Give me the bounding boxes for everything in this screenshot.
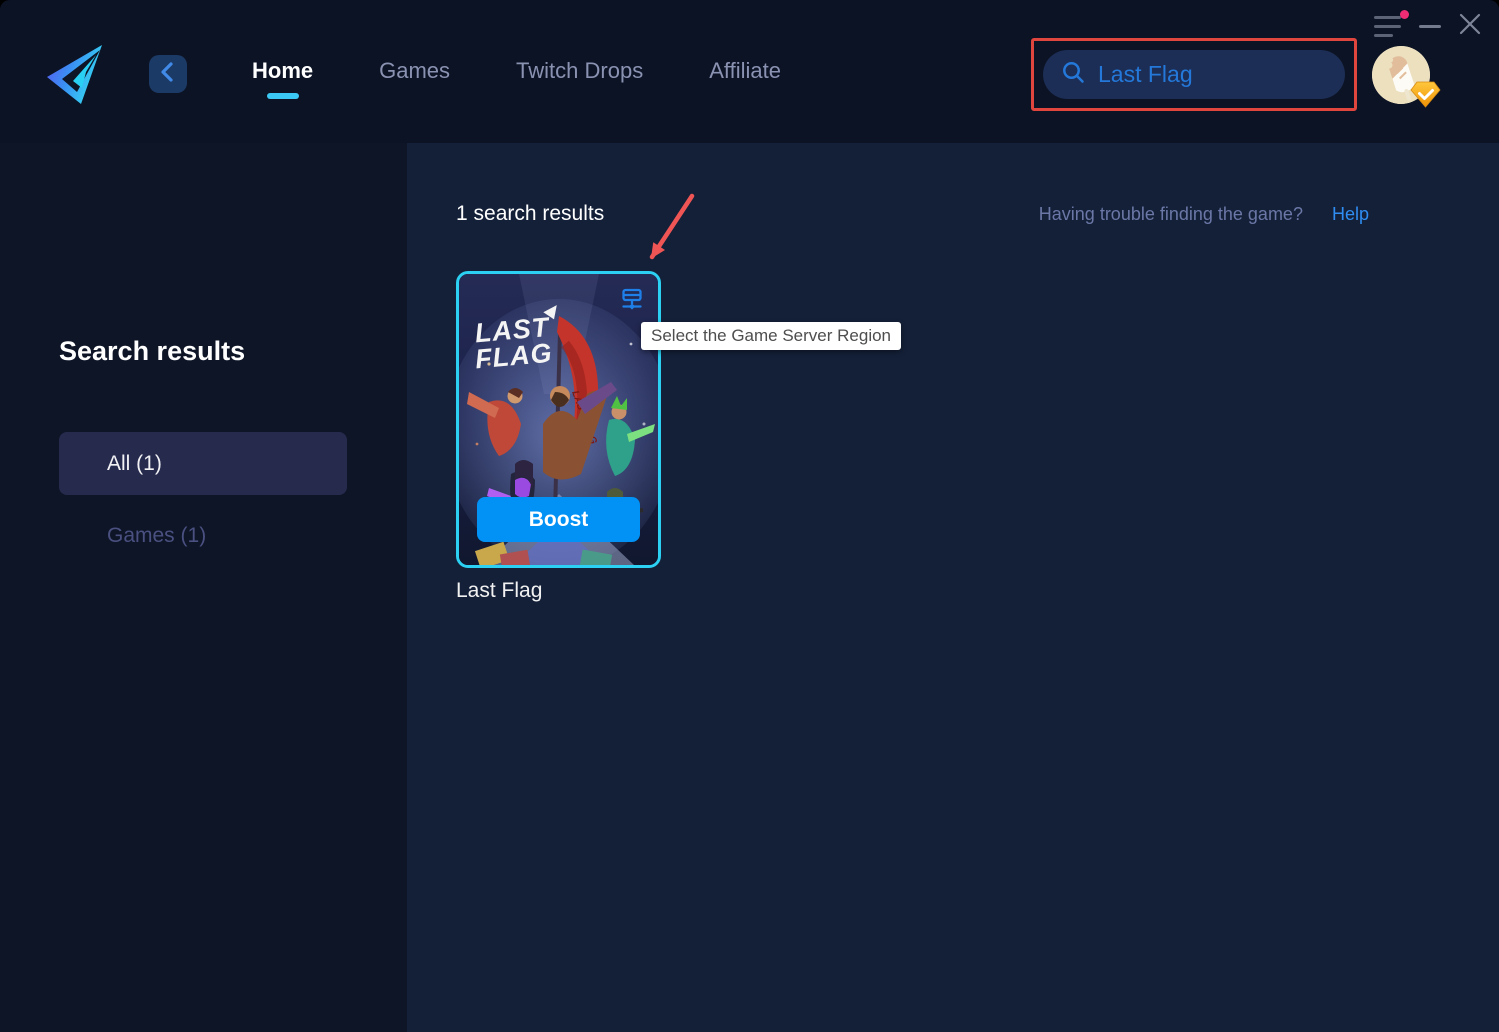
back-button[interactable]: [149, 55, 187, 93]
help-link[interactable]: Help: [1332, 204, 1369, 225]
search-value: Last Flag: [1098, 61, 1193, 87]
header-bar: Home Games Twitch Drops Affiliate Last F…: [0, 0, 1499, 143]
help-text: Having trouble finding the game?: [1038, 203, 1303, 224]
tab-games-label: Games: [379, 58, 451, 83]
results-count: 1 search results: [456, 202, 605, 225]
active-tab-underline: [266, 93, 299, 99]
filter-games[interactable]: Games (1): [107, 524, 206, 548]
tab-twitch-drops-label: Twitch Drops: [516, 58, 644, 83]
tab-home[interactable]: Home: [252, 58, 313, 99]
game-card-last-flag[interactable]: LAST FLAG Boost: [456, 271, 661, 568]
tab-games[interactable]: Games: [379, 58, 450, 99]
tab-affiliate-label: Affiliate: [709, 58, 781, 83]
sidebar: Search results All (1) Games (1): [0, 143, 407, 1032]
minimize-icon: [1419, 25, 1441, 28]
gold-gem-check-badge-icon: [1410, 81, 1441, 108]
main-content: 1 search results Having trouble finding …: [407, 143, 1499, 1032]
game-title: Last Flag: [456, 579, 543, 602]
search-annotation-rectangle: Last Flag: [1031, 38, 1357, 111]
app-window: Home Games Twitch Drops Affiliate Last F…: [0, 0, 1499, 1032]
chevron-left-icon: [155, 59, 181, 90]
app-logo-icon: [44, 42, 108, 106]
main-nav: Home Games Twitch Drops Affiliate: [252, 58, 781, 99]
filter-all-label: All (1): [107, 451, 162, 475]
close-button[interactable]: [1454, 10, 1486, 42]
tab-affiliate[interactable]: Affiliate: [709, 58, 781, 99]
filter-games-label: Games (1): [107, 524, 207, 547]
filter-all[interactable]: All (1): [59, 432, 347, 495]
search-icon: [1060, 59, 1087, 91]
notification-dot: [1400, 10, 1409, 19]
red-arrow-annotation: [649, 193, 695, 260]
search-input[interactable]: Last Flag: [1043, 50, 1345, 99]
server-region-icon: [622, 288, 642, 310]
boost-button[interactable]: Boost: [477, 497, 640, 542]
minimize-button[interactable]: [1416, 13, 1444, 41]
hamburger-menu-icon[interactable]: [1374, 10, 1409, 41]
tab-home-label: Home: [252, 58, 314, 83]
server-region-button[interactable]: [619, 287, 645, 313]
server-region-tooltip: Select the Game Server Region: [641, 322, 902, 350]
tab-twitch-drops[interactable]: Twitch Drops: [516, 58, 643, 99]
results-header-row: 1 search results Having trouble finding …: [456, 199, 1369, 229]
close-icon: [1457, 11, 1483, 42]
sidebar-title: Search results: [59, 336, 246, 366]
